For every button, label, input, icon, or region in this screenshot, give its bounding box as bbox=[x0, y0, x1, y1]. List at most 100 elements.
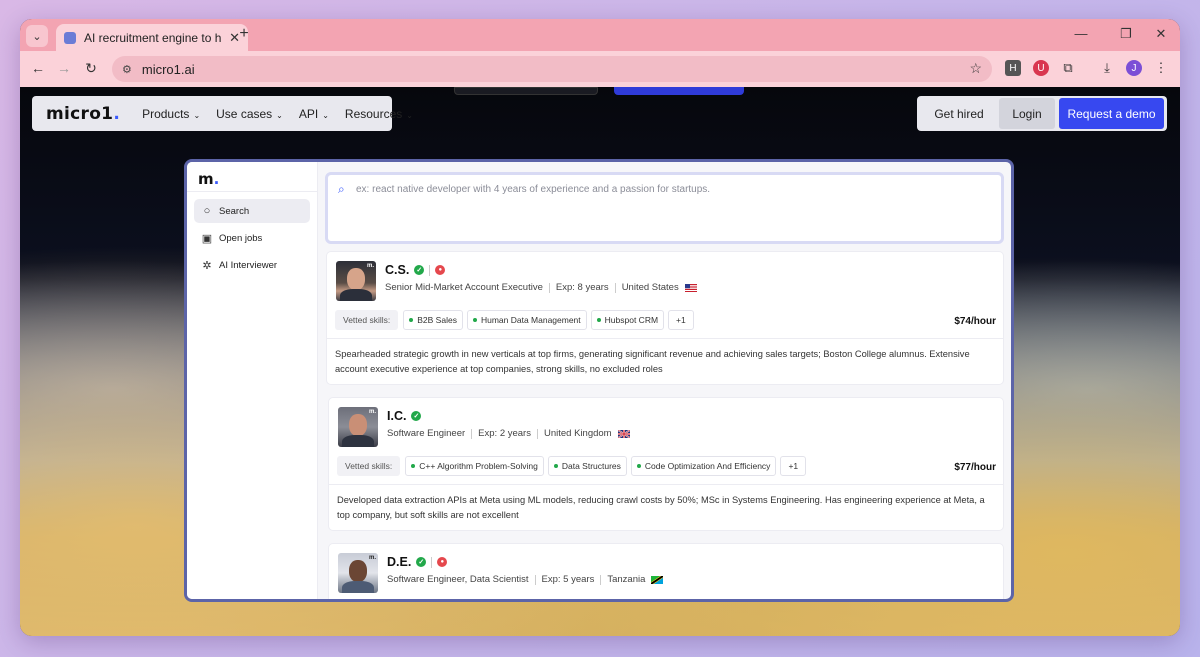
url-text: micro1.ai bbox=[141, 61, 195, 77]
nav-resources[interactable]: Resources ⌄ bbox=[345, 107, 413, 121]
sidebar-divider bbox=[187, 191, 317, 192]
avatar: m. bbox=[336, 261, 376, 301]
candidate-description: Spearheaded strategic growth in new vert… bbox=[335, 349, 970, 374]
avatar: m. bbox=[338, 553, 378, 593]
verified-icon: ✓ bbox=[411, 411, 422, 421]
skill-chip: B2B Sales bbox=[403, 310, 463, 330]
candidate-card[interactable]: m. D.E. ✓ ● Software Engineer, Data Scie… bbox=[328, 543, 1004, 599]
chevron-down-icon: ⌄ bbox=[406, 110, 413, 120]
hourly-rate: $77/hour bbox=[954, 462, 996, 473]
hero-decor-dark bbox=[454, 87, 598, 95]
candidate-name: D.E. bbox=[387, 555, 412, 569]
candidate-title: Software Engineer bbox=[387, 428, 466, 439]
tab-search-button[interactable]: ⌄ bbox=[26, 25, 48, 47]
nav-api[interactable]: API ⌄ bbox=[299, 107, 329, 121]
vetted-skills-label: Vetted skills: bbox=[335, 310, 399, 330]
browser-window: ⌄ AI recruitment engine to hire to ✕ + —… bbox=[20, 19, 1180, 636]
nav-use-cases[interactable]: Use cases ⌄ bbox=[216, 107, 283, 121]
sidebar-item-label: Search bbox=[219, 205, 250, 217]
close-window-icon[interactable]: ✕ bbox=[1152, 26, 1170, 42]
avatar: m. bbox=[338, 407, 378, 447]
site-actions: Get hired Login Request a demo bbox=[917, 96, 1167, 131]
candidate-experience: Exp: 2 years bbox=[478, 428, 531, 439]
verified-icon: ✓ bbox=[416, 557, 427, 567]
hero-decor-blue bbox=[614, 87, 744, 95]
app-preview: m. ○ Search ▣ Open jobs ✲ AI Interviewer… bbox=[184, 159, 1014, 602]
skills-row: Vetted skills: C++ Algorithm Problem-Sol… bbox=[337, 456, 807, 476]
bookmark-star-icon[interactable]: ☆ bbox=[969, 60, 982, 77]
kebab-menu-icon[interactable]: ⋮ bbox=[1153, 60, 1169, 76]
new-tab-button[interactable]: + bbox=[234, 25, 254, 43]
restore-icon[interactable]: ❐ bbox=[1117, 26, 1135, 42]
sidebar-item-ai-interviewer[interactable]: ✲ AI Interviewer bbox=[194, 253, 310, 277]
extension-puzzle-icon[interactable]: ⧉ bbox=[1060, 60, 1076, 76]
candidate-location: United States bbox=[621, 282, 679, 293]
profile-avatar[interactable]: J bbox=[1126, 60, 1142, 76]
forward-arrow-icon[interactable]: → bbox=[55, 60, 73, 76]
request-demo-button[interactable]: Request a demo bbox=[1059, 98, 1164, 129]
candidate-location: Tanzania bbox=[607, 574, 646, 585]
candidate-location: United Kingdom bbox=[543, 428, 612, 439]
reload-icon[interactable]: ↻ bbox=[82, 60, 100, 77]
ai-chip-icon: ✲ bbox=[202, 259, 212, 272]
extension-shield-icon[interactable]: U bbox=[1033, 60, 1049, 76]
browser-tab[interactable]: AI recruitment engine to hire to ✕ bbox=[56, 24, 248, 51]
app-sidebar: m. ○ Search ▣ Open jobs ✲ AI Interviewer bbox=[187, 162, 318, 599]
more-skills-button[interactable]: +1 bbox=[668, 310, 694, 330]
skills-row: Vetted skills: B2B Sales Human Data Mana… bbox=[335, 310, 694, 330]
chevron-down-icon: ⌄ bbox=[193, 110, 201, 120]
address-bar[interactable]: ⚙ micro1.ai ☆ bbox=[112, 56, 992, 82]
search-icon: ○ bbox=[203, 205, 211, 217]
app-main: ⌕ ex: react native developer with 4 year… bbox=[319, 162, 1011, 599]
sidebar-item-open-jobs[interactable]: ▣ Open jobs bbox=[194, 226, 310, 250]
sidebar-item-search[interactable]: ○ Search bbox=[194, 199, 310, 223]
chevron-down-icon: ⌄ bbox=[322, 110, 329, 120]
candidate-title: Senior Mid-Market Account Executive bbox=[385, 282, 543, 293]
verified-icon: ✓ bbox=[414, 265, 425, 275]
uk-flag-icon bbox=[617, 429, 630, 438]
sidebar-item-label: Open jobs bbox=[219, 232, 263, 244]
company-badge-icon: ● bbox=[437, 557, 448, 567]
download-icon[interactable]: ⤓ bbox=[1099, 60, 1115, 76]
get-hired-button[interactable]: Get hired bbox=[919, 107, 999, 121]
login-button[interactable]: Login bbox=[999, 98, 1055, 129]
nav-products[interactable]: Products ⌄ bbox=[142, 107, 200, 121]
site-nav: micro1. Products ⌄ Use cases ⌄ API ⌄ Resour… bbox=[32, 96, 413, 131]
candidate-name: C.S. bbox=[385, 263, 410, 277]
search-icon: ⌕ bbox=[338, 182, 345, 196]
extension-h-icon[interactable]: H bbox=[1005, 60, 1021, 76]
back-arrow-icon[interactable]: ← bbox=[29, 60, 47, 76]
skill-chip: Data Structures bbox=[547, 456, 627, 476]
company-badge-icon: ● bbox=[435, 265, 446, 275]
chevron-down-icon: ⌄ bbox=[276, 110, 283, 120]
us-flag-icon bbox=[684, 283, 697, 292]
candidate-experience: Exp: 5 years bbox=[541, 574, 595, 585]
app-logo: m. bbox=[198, 170, 220, 188]
tanzania-flag-icon bbox=[651, 575, 664, 584]
more-skills-button[interactable]: +1 bbox=[780, 456, 807, 476]
skill-chip: C++ Algorithm Problem-Solving bbox=[405, 456, 544, 476]
site-logo[interactable]: micro1. bbox=[46, 104, 120, 124]
candidate-card[interactable]: m. I.C. ✓ Software Engineer Exp: 2 years… bbox=[328, 397, 1004, 531]
search-placeholder: ex: react native developer with 4 years … bbox=[356, 184, 711, 195]
browser-toolbar: ← → ↻ ⚙ micro1.ai ☆ H U ⧉ ⤓ J ⋮ bbox=[20, 51, 1180, 87]
minimize-icon[interactable]: — bbox=[1072, 26, 1090, 41]
tab-strip: ⌄ AI recruitment engine to hire to ✕ + —… bbox=[20, 19, 1180, 51]
search-input[interactable]: ⌕ ex: react native developer with 4 year… bbox=[325, 172, 1004, 244]
tab-title: AI recruitment engine to hire to bbox=[84, 30, 222, 45]
briefcase-icon: ▣ bbox=[201, 232, 213, 245]
skill-chip: Human Data Management bbox=[466, 310, 587, 330]
vetted-skills-label: Vetted skills: bbox=[337, 456, 401, 476]
candidate-title: Software Engineer, Data Scientist bbox=[387, 574, 529, 585]
candidate-card[interactable]: m. C.S. ✓ ● Senior Mid-Market Account Ex… bbox=[326, 251, 1004, 385]
candidate-name: I.C. bbox=[387, 409, 407, 423]
candidate-experience: Exp: 8 years bbox=[555, 282, 609, 293]
skill-chip: Hubspot CRM bbox=[590, 310, 665, 330]
favicon-icon bbox=[64, 31, 76, 44]
hourly-rate: $74/hour bbox=[954, 316, 996, 327]
sidebar-item-label: AI Interviewer bbox=[219, 259, 278, 271]
skill-chip: Code Optimization And Efficiency bbox=[630, 456, 777, 476]
site-info-icon[interactable]: ⚙ bbox=[122, 63, 132, 76]
candidate-description: Developed data extraction APIs at Meta u… bbox=[337, 495, 985, 520]
webpage: micro1. Products ⌄ Use cases ⌄ API ⌄ Resour… bbox=[20, 87, 1180, 636]
